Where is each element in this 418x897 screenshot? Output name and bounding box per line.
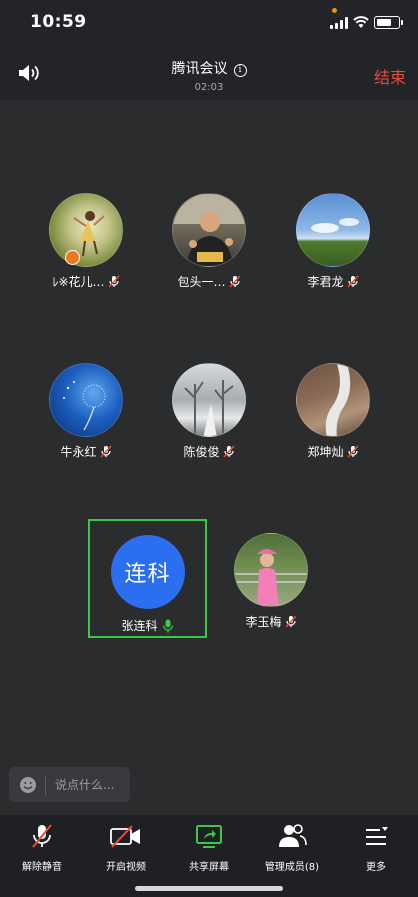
chat-input[interactable]: 说点什么...: [9, 767, 130, 802]
mic-active-icon: [162, 619, 173, 632]
mic-muted-icon: [32, 824, 52, 848]
participant-name: 李君龙: [307, 275, 344, 289]
participant-tile[interactable]: 郑坤灿: [283, 363, 383, 460]
avatar: [296, 363, 370, 437]
share-screen-label: 共享屏幕: [189, 862, 229, 873]
participant-name: 包头一…: [177, 275, 226, 289]
avatar: [49, 363, 123, 437]
manage-members-label: 管理成员(8): [264, 862, 320, 873]
mic-muted-icon: [107, 275, 120, 288]
mic-muted-icon: [284, 615, 297, 628]
avatar: [172, 363, 246, 437]
info-icon[interactable]: i: [233, 64, 247, 77]
unmute-button[interactable]: 解除静音: [0, 822, 84, 873]
participant-name: 牛永红: [60, 445, 97, 459]
share-screen-icon: [196, 825, 222, 848]
mic-muted-icon: [346, 275, 359, 288]
share-screen-button[interactable]: 共享屏幕: [167, 822, 251, 873]
avatar: 连科: [110, 535, 185, 609]
more-icon: [366, 827, 388, 845]
mic-muted-icon: [222, 445, 235, 458]
participant-name: 李玉梅: [245, 615, 282, 629]
mic-muted-icon: [228, 275, 241, 288]
meeting-title[interactable]: 腾讯会议: [172, 61, 228, 77]
participant-tile[interactable]: ﾚ※花儿…: [36, 193, 136, 290]
participant-tile-active[interactable]: 连科 张连科: [88, 519, 207, 638]
status-time: 10:59: [30, 12, 87, 32]
members-icon: [279, 824, 307, 847]
meeting-header: 腾讯会议 i 02:03 结束: [0, 46, 418, 100]
chat-divider: [45, 774, 46, 795]
more-label: 更多: [366, 862, 386, 873]
participant-tile[interactable]: 李玉梅: [221, 533, 321, 630]
signal-icon: [330, 17, 348, 29]
manage-members-button[interactable]: 管理成员(8): [250, 822, 334, 873]
emoji-icon[interactable]: [19, 776, 37, 794]
home-indicator[interactable]: [135, 886, 283, 891]
mic-muted-icon: [99, 445, 112, 458]
status-bar: 10:59: [0, 0, 418, 46]
privacy-indicator-dot: [332, 8, 337, 13]
host-badge-icon: [65, 250, 80, 265]
battery-icon: [374, 16, 403, 29]
unmute-label: 解除静音: [22, 862, 62, 873]
participant-tile[interactable]: 包头一…: [159, 193, 259, 290]
wifi-icon: [353, 16, 369, 28]
end-meeting-button[interactable]: 结束: [374, 64, 406, 88]
chat-placeholder: 说点什么...: [55, 778, 115, 792]
participant-tile[interactable]: 牛永红: [36, 363, 136, 460]
avatar: [234, 533, 308, 607]
avatar: [296, 193, 370, 267]
participant-name: 张连科: [121, 619, 158, 633]
mic-muted-icon: [346, 445, 359, 458]
meeting-duration: 02:03: [194, 82, 224, 93]
avatar: [49, 193, 123, 267]
participant-tile[interactable]: 李君龙: [283, 193, 383, 290]
camera-off-icon: [110, 825, 140, 848]
start-video-button[interactable]: 开启视频: [84, 822, 168, 873]
participant-name: 陈俊俊: [183, 445, 220, 459]
participant-name: ﾚ※花儿…: [52, 275, 105, 289]
bottom-toolbar: 解除静音 开启视频 共享屏幕 管理成员(8) 更多: [0, 815, 418, 897]
avatar: [172, 193, 246, 267]
more-button[interactable]: 更多: [334, 822, 418, 873]
participant-name: 郑坤灿: [307, 445, 344, 459]
participant-tile[interactable]: 陈俊俊: [159, 363, 259, 460]
start-video-label: 开启视频: [106, 862, 146, 873]
